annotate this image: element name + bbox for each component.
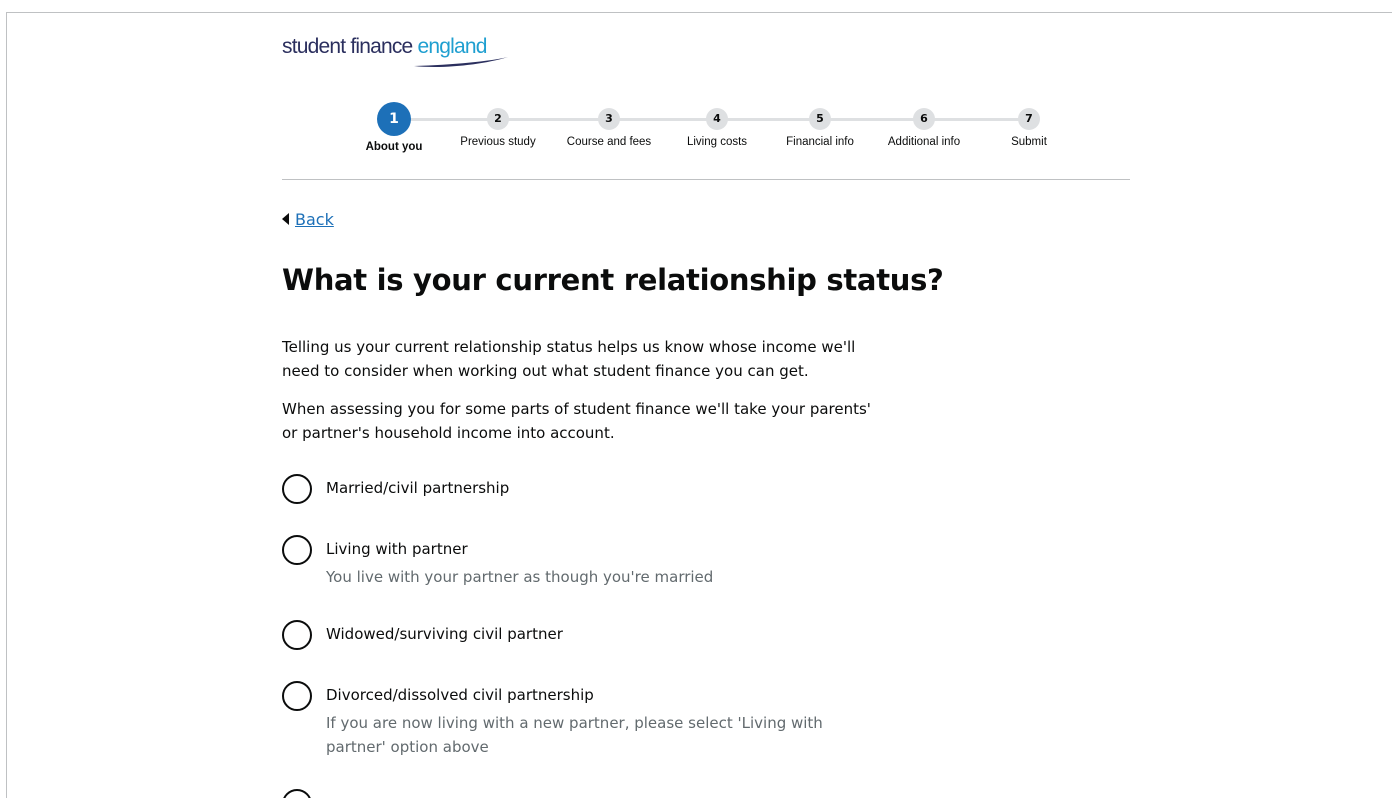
- back-link-label: Back: [295, 210, 334, 229]
- step-number: 7: [1018, 108, 1040, 130]
- radio-hint: You live with your partner as though you…: [326, 568, 714, 586]
- step-number: 5: [809, 108, 831, 130]
- step-label: Course and fees: [566, 136, 652, 148]
- header-divider: [282, 179, 1130, 180]
- step-number: 6: [913, 108, 935, 130]
- step-number: 4: [706, 108, 728, 130]
- step-label: Submit: [1011, 136, 1047, 148]
- step-label: About you: [365, 141, 423, 153]
- step-course-and-fees: 3 Course and fees: [554, 102, 664, 148]
- progress-stepper: 1 About you 2 Previous study 3 Course an…: [354, 102, 1054, 162]
- radio-circle[interactable]: [282, 789, 312, 798]
- step-number: 3: [598, 108, 620, 130]
- step-label: Previous study: [460, 136, 536, 148]
- radio-circle[interactable]: [282, 535, 312, 565]
- step-submit: 7 Submit: [974, 102, 1084, 148]
- step-label: Additional info: [887, 136, 961, 148]
- back-arrow-icon: [282, 213, 289, 225]
- intro-paragraph-1: Telling us your current relationship sta…: [282, 338, 856, 380]
- page-title: What is your current relationship status…: [282, 263, 944, 297]
- step-number: 2: [487, 108, 509, 130]
- radio-label[interactable]: Widowed/surviving civil partner: [326, 625, 563, 643]
- radio-circle[interactable]: [282, 681, 312, 711]
- step-number: 1: [377, 102, 411, 136]
- radio-label[interactable]: Married/civil partnership: [326, 479, 509, 497]
- back-link[interactable]: Back: [282, 210, 334, 229]
- step-label: Living costs: [686, 136, 748, 148]
- intro-paragraph-2: When assessing you for some parts of stu…: [282, 400, 871, 442]
- radio-hint: If you are now living with a new partner…: [326, 714, 823, 756]
- logo-text-primary: student finance: [282, 35, 418, 58]
- radio-circle[interactable]: [282, 620, 312, 650]
- radio-label[interactable]: Living with partner: [326, 540, 468, 558]
- step-previous-study: 2 Previous study: [443, 102, 553, 148]
- page-frame: student finance england 1 About you 2 Pr…: [6, 12, 1392, 798]
- step-about-you: 1 About you: [339, 102, 449, 153]
- radio-circle[interactable]: [282, 474, 312, 504]
- step-financial-info: 5 Financial info: [765, 102, 875, 148]
- sfe-logo[interactable]: student finance england: [282, 35, 512, 75]
- logo-swoosh-icon: [414, 57, 508, 67]
- step-label: Financial info: [786, 136, 854, 148]
- radio-label[interactable]: Divorced/dissolved civil partnership: [326, 686, 594, 704]
- step-living-costs: 4 Living costs: [662, 102, 772, 148]
- step-additional-info: 6 Additional info: [869, 102, 979, 148]
